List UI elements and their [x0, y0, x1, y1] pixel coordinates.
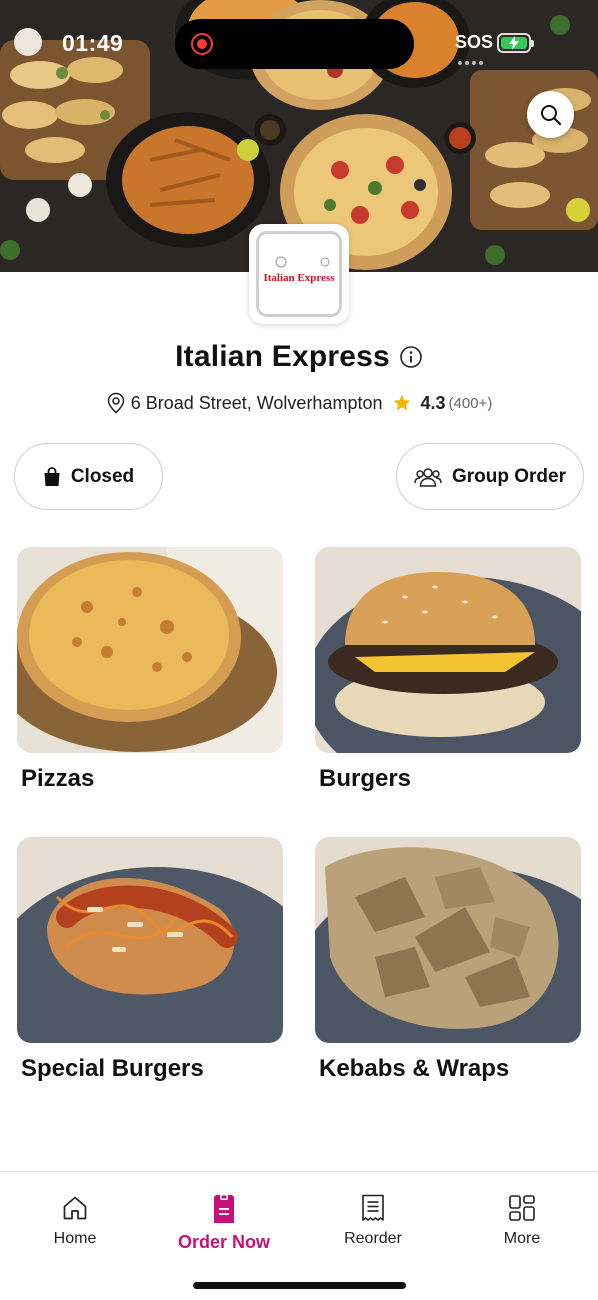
restaurant-address: 6 Broad Street, Wolverhampton [130, 392, 383, 413]
restaurant-name: Italian Express [175, 340, 390, 373]
star-icon [393, 394, 410, 411]
status-sos: SOS [455, 32, 494, 52]
nav-reorder-label: Reorder [344, 1230, 402, 1247]
pizzas-image [17, 547, 283, 753]
signal-icon [458, 52, 488, 65]
location-pin-icon [107, 392, 124, 414]
category-special-burgers[interactable]: Special Burgers [17, 837, 283, 1083]
status-time: 01:49 [62, 30, 124, 56]
search-icon [540, 104, 561, 125]
dynamic-island [175, 19, 414, 69]
category-kebabs-wraps[interactable]: Kebabs & Wraps [315, 837, 581, 1083]
recording-icon [191, 33, 213, 55]
order-icon [214, 1194, 234, 1223]
review-count: (400+) [448, 394, 493, 412]
category-label: Pizzas [21, 765, 95, 792]
logo-image: Italian Express [263, 256, 335, 284]
nav-home-label: Home [53, 1230, 97, 1247]
group-order-button[interactable]: Group Order [396, 443, 584, 510]
home-icon [63, 1196, 87, 1220]
svg-text:Italian Express: Italian Express [263, 272, 335, 284]
nav-home[interactable]: Home [15, 1194, 135, 1248]
nav-more[interactable]: More [462, 1194, 582, 1248]
restaurant-logo: Italian Express [249, 224, 349, 324]
grid-icon [509, 1195, 535, 1221]
battery-icon [497, 33, 534, 53]
nav-more-label: More [503, 1230, 541, 1247]
special-burgers-image [17, 837, 283, 1043]
nav-reorder[interactable]: Reorder [313, 1194, 433, 1248]
burgers-image [315, 547, 581, 753]
category-label: Special Burgers [21, 1055, 204, 1082]
group-order-label: Group Order [451, 465, 566, 487]
nav-order-now-label: Order Now [177, 1232, 270, 1252]
info-icon[interactable] [399, 345, 423, 369]
home-indicator[interactable] [193, 1282, 406, 1289]
receipt-icon [362, 1194, 384, 1221]
rating-value: 4.3 [420, 392, 446, 413]
closed-status-button[interactable]: Closed [14, 443, 163, 510]
search-button[interactable] [527, 91, 574, 138]
closed-label: Closed [70, 465, 135, 487]
category-label: Burgers [319, 765, 412, 792]
restaurant-info-row: 6 Broad Street, Wolverhampton 4.3 (400+) [0, 392, 598, 414]
shopping-bag-icon [44, 466, 60, 486]
category-label: Kebabs & Wraps [319, 1055, 510, 1082]
restaurant-title-row: Italian Express [0, 340, 598, 374]
category-pizzas[interactable]: Pizzas [17, 547, 283, 793]
group-people-icon [414, 467, 442, 487]
kebabs-wraps-image [315, 837, 581, 1043]
category-burgers[interactable]: Burgers [315, 547, 581, 793]
bottom-navigation: Home Order Now Reorder More [0, 1171, 598, 1300]
nav-order-now[interactable]: Order Now [164, 1194, 284, 1253]
